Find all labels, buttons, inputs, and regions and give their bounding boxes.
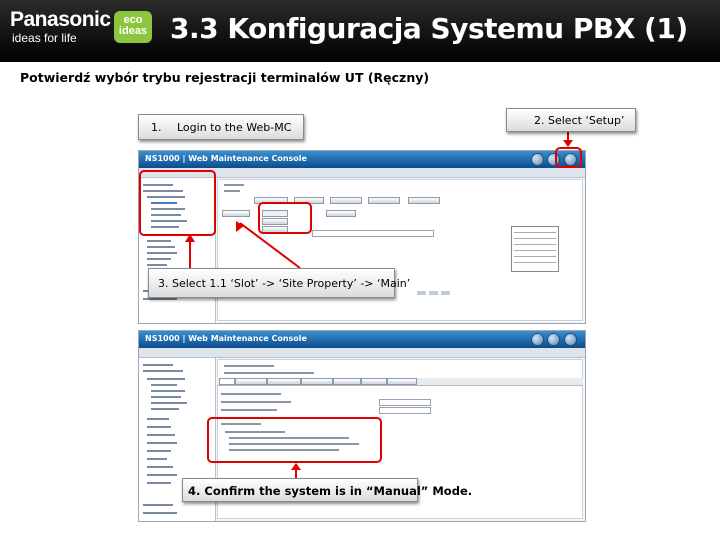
callout-step-3: 3. Select 1.1 ‘Slot’ -> ‘Site Property’ …	[148, 268, 410, 298]
step-1-number: 1.	[151, 121, 162, 134]
callout-step-4: 4. Confirm the system is in “Manual” Mod…	[182, 478, 472, 502]
callout-step-1: 1. Login to the Web-MC	[138, 114, 304, 140]
step-1-text: Login to the Web-MC	[177, 121, 292, 134]
callout-step-2: 2. Select ‘Setup’	[506, 108, 636, 132]
